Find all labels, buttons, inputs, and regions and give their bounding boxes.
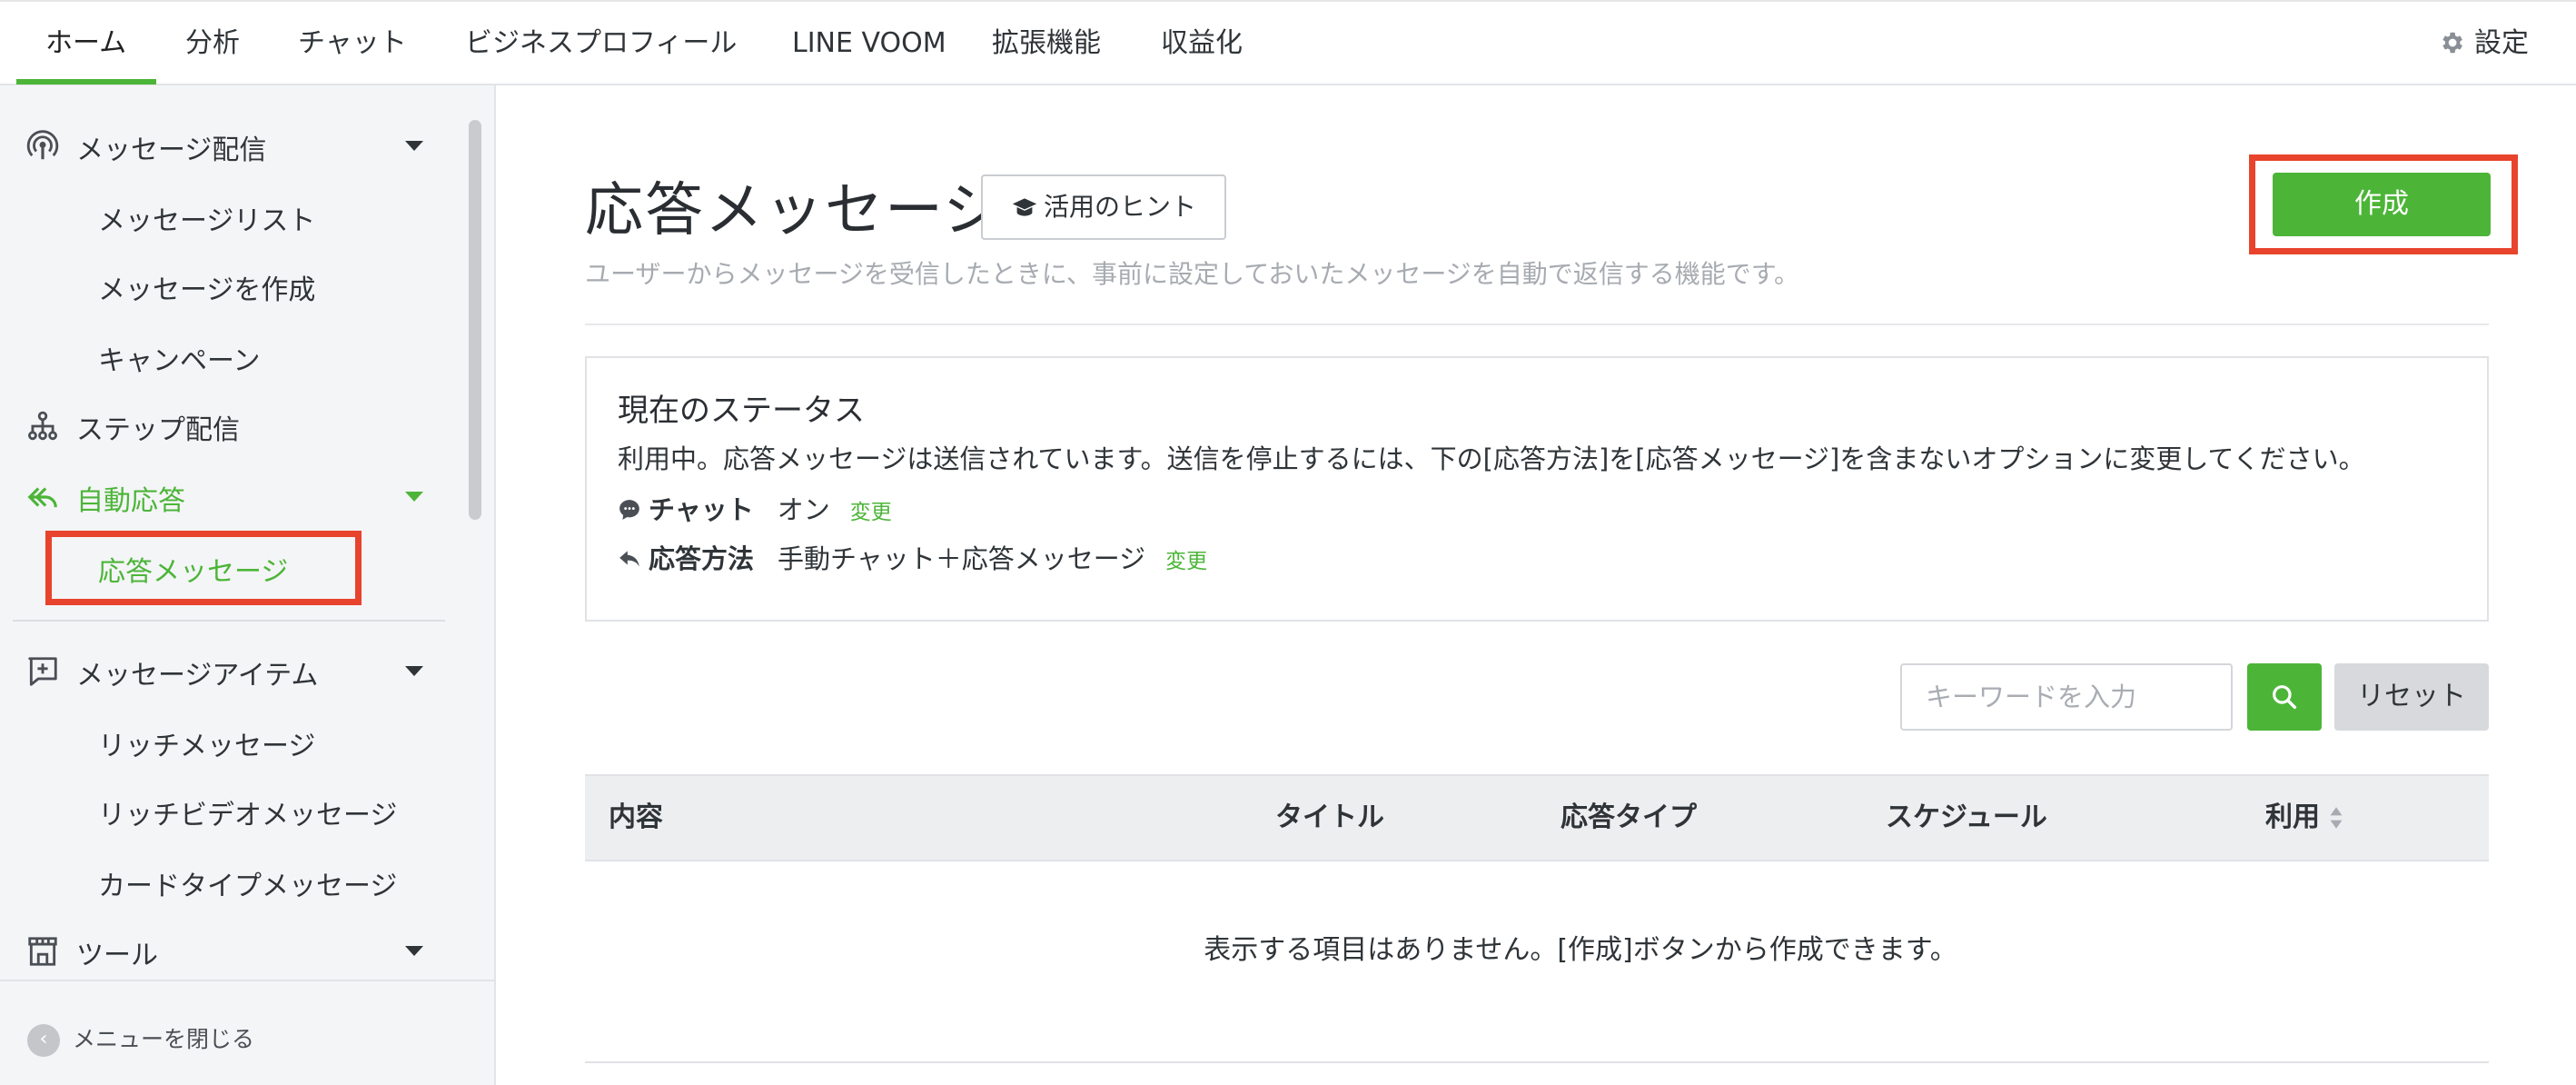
graduation-cap-icon bbox=[1012, 198, 1037, 216]
sidebar-item-label: ツール bbox=[76, 940, 158, 971]
page-title: 応答メッセージ bbox=[585, 177, 1004, 244]
tab-home[interactable]: ホーム bbox=[45, 2, 126, 85]
close-menu-button[interactable]: ‹ メニューを閉じる bbox=[27, 1021, 254, 1057]
status-title: 現在のステータス bbox=[618, 393, 865, 429]
main-content: 応答メッセージ 活用のヒント ユーザーからメッセージを受信したときに、事前に設定… bbox=[498, 85, 2576, 1085]
create-button[interactable]: 作成 bbox=[2273, 173, 2491, 236]
chat-label: チャット bbox=[649, 494, 754, 525]
sidebar-item-label: キャンペーン bbox=[98, 345, 261, 377]
column-response-type: 応答タイプ bbox=[1560, 801, 1697, 833]
table-header: 内容 タイトル 応答タイプ スケジュール 利用 bbox=[585, 774, 2489, 861]
top-navigation: ホーム 分析 チャット ビジネスプロフィール LINE VOOM 拡張機能 収益… bbox=[0, 0, 2576, 85]
close-menu-label: メニューを閉じる bbox=[73, 1026, 255, 1052]
chevron-down-icon bbox=[405, 141, 423, 151]
sidebar-item-rich-video-message[interactable]: リッチビデオメッセージ bbox=[0, 792, 454, 832]
sidebar: メッセージ配信 メッセージリスト メッセージを作成 キャンペーン ステップ配信 … bbox=[0, 85, 496, 1085]
reply-arrow-icon bbox=[619, 551, 639, 567]
search-button[interactable] bbox=[2247, 663, 2322, 731]
sidebar-item-create-message[interactable]: メッセージを作成 bbox=[0, 267, 454, 307]
tab-extensions[interactable]: 拡張機能 bbox=[992, 2, 1101, 85]
reply-icon bbox=[27, 487, 57, 508]
sidebar-item-rich-message[interactable]: リッチメッセージ bbox=[0, 723, 454, 763]
sidebar-item-step-delivery[interactable]: ステップ配信 bbox=[0, 407, 454, 447]
reset-button[interactable]: リセット bbox=[2334, 663, 2489, 731]
broadcast-icon bbox=[26, 130, 59, 160]
chat-status-row: チャット オン 変更 bbox=[618, 489, 892, 527]
page-description: ユーザーからメッセージを受信したときに、事前に設定しておいたメッセージを自動で返… bbox=[585, 259, 1800, 289]
sidebar-item-label: リッチビデオメッセージ bbox=[98, 800, 398, 831]
gear-icon bbox=[2442, 32, 2462, 54]
sidebar-item-label: リッチメッセージ bbox=[98, 731, 316, 762]
chevron-left-icon: ‹ bbox=[27, 1024, 60, 1057]
chevron-down-icon bbox=[405, 666, 423, 676]
store-icon bbox=[28, 937, 57, 966]
sidebar-item-label: メッセージアイテム bbox=[76, 660, 319, 692]
chat-bubble-icon bbox=[619, 500, 639, 520]
sidebar-item-label: 自動応答 bbox=[76, 485, 185, 517]
change-chat-link[interactable]: 変更 bbox=[850, 501, 892, 524]
sidebar-item-label: メッセージ配信 bbox=[76, 134, 267, 166]
column-usage-label: 利用 bbox=[2265, 801, 2320, 833]
column-schedule: スケジュール bbox=[1886, 801, 2047, 833]
hint-button[interactable]: 活用のヒント bbox=[981, 174, 1226, 240]
status-text: 利用中。応答メッセージは送信されています。送信を停止するには、下の[応答方法]を… bbox=[618, 443, 2365, 474]
sidebar-scrollbar[interactable] bbox=[469, 120, 481, 520]
sidebar-item-label: ステップ配信 bbox=[76, 414, 240, 446]
highlight-annotation bbox=[45, 531, 362, 605]
sidebar-item-message-list[interactable]: メッセージリスト bbox=[0, 198, 454, 238]
step-flow-icon bbox=[28, 411, 57, 441]
chat-value: オン bbox=[777, 494, 830, 525]
sidebar-footer: ‹ メニューを閉じる bbox=[0, 980, 494, 1085]
active-tab-indicator bbox=[16, 79, 156, 85]
tab-monetization[interactable]: 収益化 bbox=[1161, 2, 1243, 85]
sidebar-item-message-items[interactable]: メッセージアイテム bbox=[0, 652, 454, 692]
empty-state-message: 表示する項目はありません。[作成]ボタンから作成できます。 bbox=[1204, 934, 1957, 966]
settings-button[interactable]: 設定 bbox=[2438, 2, 2529, 85]
sidebar-item-label: カードタイプメッセージ bbox=[98, 871, 398, 902]
response-method-row: 応答方法 手動チャット＋応答メッセージ 変更 bbox=[618, 538, 1207, 576]
response-method-label: 応答方法 bbox=[649, 543, 755, 574]
sidebar-item-campaign[interactable]: キャンペーン bbox=[0, 338, 454, 378]
sidebar-item-card-type-message[interactable]: カードタイプメッセージ bbox=[0, 863, 454, 903]
settings-label: 設定 bbox=[2474, 27, 2529, 59]
column-content: 内容 bbox=[609, 801, 663, 833]
sort-icon bbox=[2330, 807, 2343, 829]
tab-business-profile[interactable]: ビジネスプロフィール bbox=[465, 2, 737, 85]
column-title: タイトル bbox=[1275, 801, 1384, 833]
chevron-down-icon bbox=[405, 946, 423, 956]
status-card: 現在のステータス 利用中。応答メッセージは送信されています。送信を停止するには、… bbox=[585, 356, 2489, 622]
hint-button-label: 活用のヒント bbox=[1043, 192, 1196, 222]
search-icon bbox=[2273, 685, 2297, 710]
tab-chat[interactable]: チャット bbox=[298, 2, 407, 85]
sidebar-item-message-delivery[interactable]: メッセージ配信 bbox=[0, 127, 454, 167]
empty-state: 表示する項目はありません。[作成]ボタンから作成できます。 bbox=[498, 927, 2576, 967]
table-bottom-border bbox=[585, 1061, 2489, 1063]
add-message-icon bbox=[28, 657, 57, 686]
change-method-link[interactable]: 変更 bbox=[1165, 550, 1207, 573]
chevron-down-icon bbox=[405, 492, 423, 502]
tab-line-voom[interactable]: LINE VOOM bbox=[792, 2, 946, 85]
sidebar-divider bbox=[13, 620, 445, 622]
sidebar-item-label: メッセージリスト bbox=[98, 205, 316, 237]
response-method-value: 手動チャット＋応答メッセージ bbox=[778, 543, 1146, 574]
tab-analytics[interactable]: 分析 bbox=[185, 2, 240, 85]
sidebar-item-auto-reply[interactable]: 自動応答 bbox=[0, 478, 454, 518]
divider bbox=[585, 324, 2489, 325]
sidebar-item-tools[interactable]: ツール bbox=[0, 932, 454, 972]
keyword-search-input[interactable] bbox=[1900, 663, 2233, 731]
sidebar-item-label: メッセージを作成 bbox=[98, 274, 316, 306]
column-usage[interactable]: 利用 bbox=[2265, 776, 2343, 860]
